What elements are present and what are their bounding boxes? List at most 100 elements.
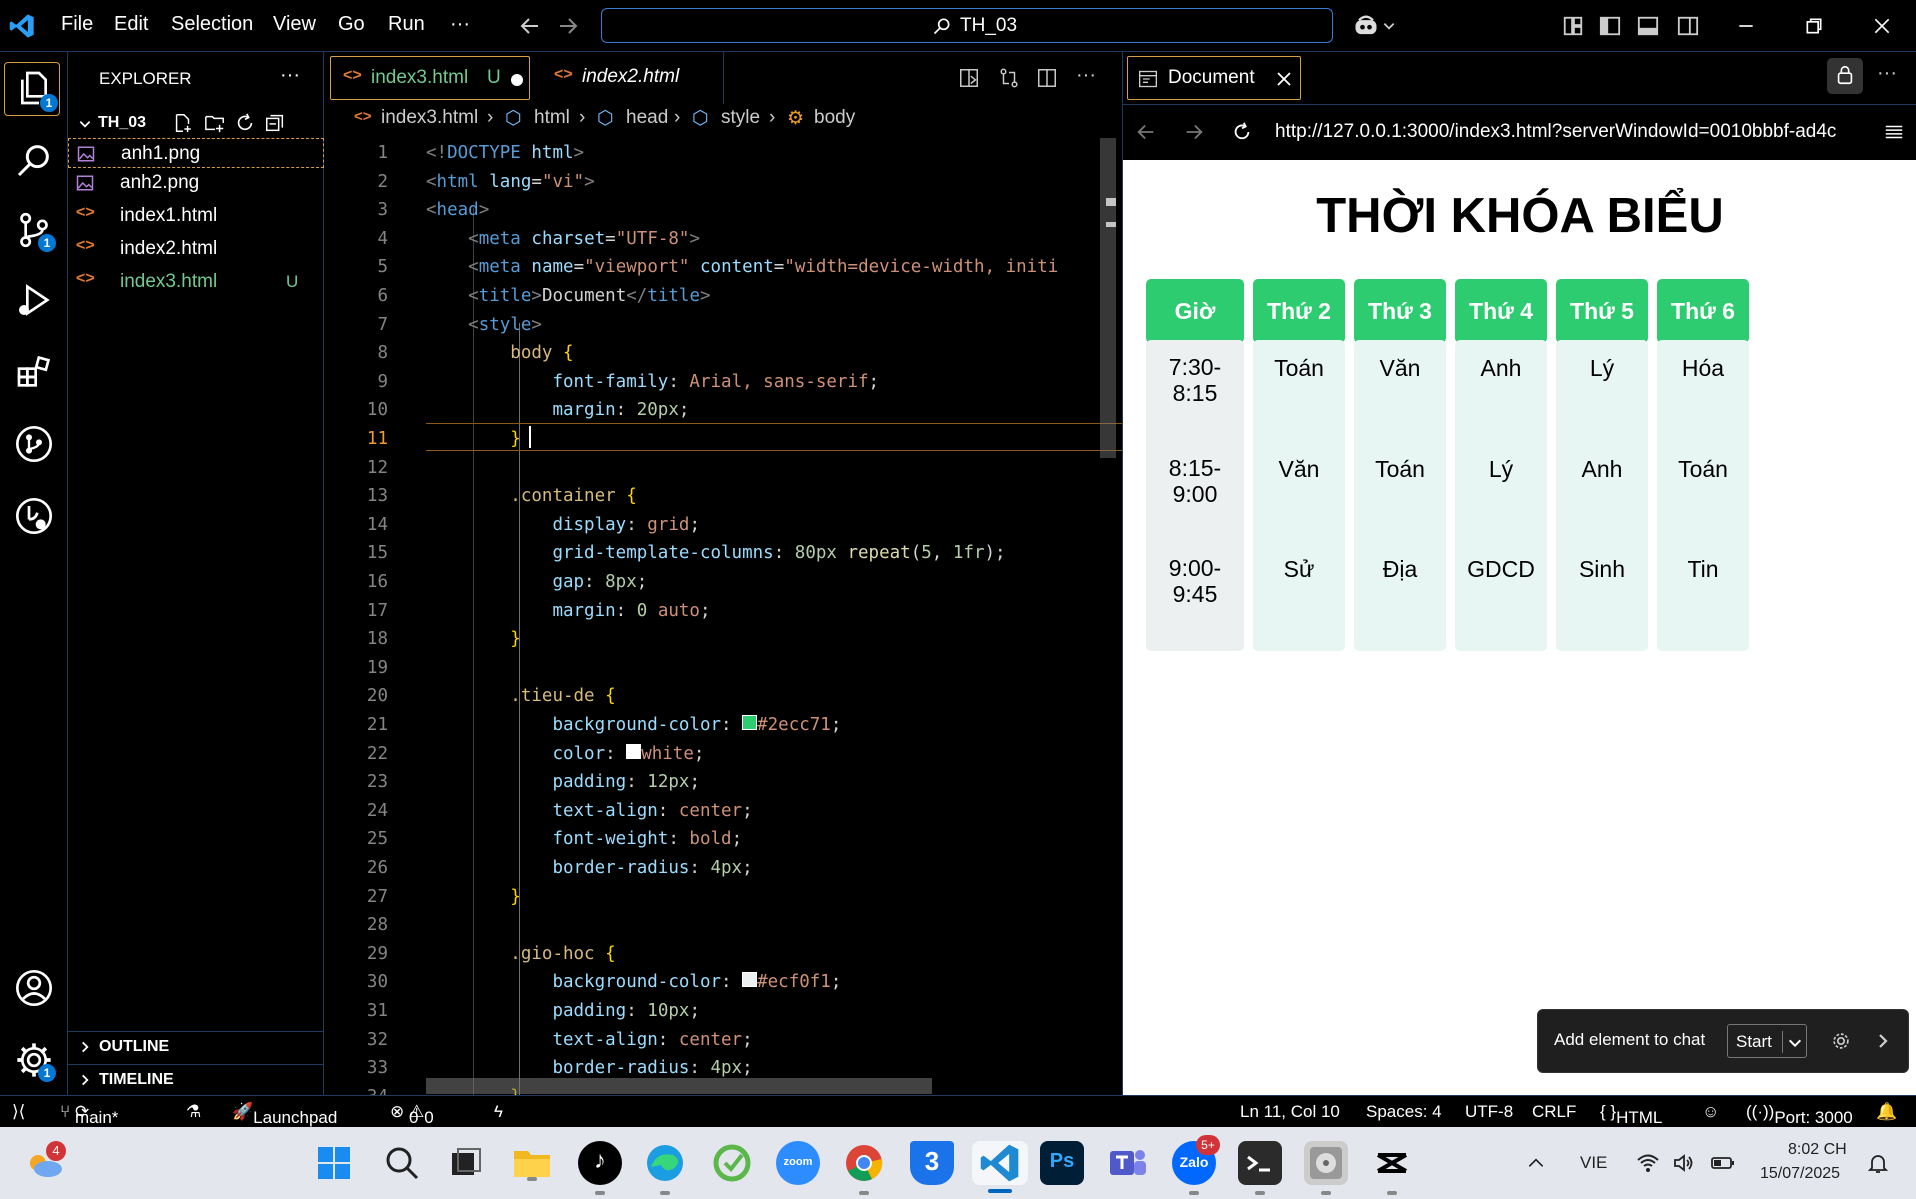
capcut-icon[interactable]	[1370, 1141, 1414, 1195]
toggle-secondary-sidebar-icon[interactable]	[1677, 15, 1699, 37]
chevron-up-icon[interactable]	[1526, 1153, 1546, 1173]
code-area[interactable]: 1 <!DOCTYPE html> 2 <html lang="vi"> 3 <head>…	[324, 138, 1122, 1095]
menu-more[interactable]: ···	[450, 13, 470, 36]
run-debug-icon[interactable]	[14, 280, 54, 320]
preview-more-button[interactable]: ···	[1877, 62, 1897, 85]
gear-icon[interactable]	[1830, 1030, 1852, 1052]
forward-arrow-icon[interactable]	[556, 14, 580, 38]
input-language[interactable]: VIE	[1580, 1153, 1607, 1173]
url-bar[interactable]: http://127.0.0.1:3000/index3.html?server…	[1273, 115, 1868, 151]
close-icon[interactable]	[1275, 70, 1293, 88]
collapse-all-icon[interactable]	[264, 112, 286, 134]
problems-status[interactable]: ⊗ 0 ⚠ 0	[390, 1102, 434, 1127]
app-3-icon[interactable]: 3	[910, 1141, 954, 1185]
breadcrumb-style[interactable]: style	[721, 107, 760, 129]
file-item-index3[interactable]: <> index3.html U	[68, 267, 324, 297]
reload-icon[interactable]	[1231, 121, 1253, 143]
live-server-port[interactable]: ((·)) Port: 3000	[1746, 1102, 1853, 1127]
terminal-icon[interactable]	[1238, 1141, 1282, 1195]
eol[interactable]: CRLF	[1532, 1102, 1576, 1122]
timeline-section[interactable]: TIMELINE	[68, 1064, 324, 1094]
breadcrumb-body[interactable]: body	[814, 107, 855, 129]
copilot-icon[interactable]	[1352, 12, 1380, 40]
search-icon[interactable]	[380, 1141, 424, 1185]
file-explorer-icon[interactable]	[510, 1141, 554, 1185]
disk-app-icon[interactable]	[1304, 1141, 1348, 1195]
explorer-icon[interactable]: 1	[14, 68, 58, 112]
branch-status[interactable]: ⑂ main* ⟳	[60, 1102, 118, 1127]
search-icon[interactable]	[14, 140, 54, 180]
split-editor-icon[interactable]	[1036, 67, 1058, 89]
customize-layout-icon[interactable]	[1562, 15, 1584, 37]
file-item-anh1[interactable]: anh1.png	[68, 138, 324, 168]
tab-index2[interactable]: <> index2.html	[540, 52, 724, 104]
breadcrumb-html[interactable]: html	[534, 107, 570, 129]
new-folder-icon[interactable]	[204, 112, 226, 134]
back-arrow-icon[interactable]	[518, 14, 542, 38]
extensions-icon[interactable]	[14, 352, 54, 392]
greenshot-icon[interactable]	[710, 1141, 754, 1185]
volume-icon[interactable]	[1672, 1151, 1696, 1175]
vertical-scrollbar[interactable]	[1100, 138, 1116, 458]
file-item-index1[interactable]: <> index1.html	[68, 201, 324, 231]
breadcrumb-head[interactable]: head	[626, 107, 668, 129]
command-center-search[interactable]: TH_03	[601, 8, 1333, 43]
toggle-sidebar-icon[interactable]	[1599, 15, 1621, 37]
zalo-icon[interactable]: Zalo 5+	[1172, 1135, 1220, 1195]
teams-icon[interactable]	[1106, 1141, 1150, 1185]
outline-section[interactable]: OUTLINE	[68, 1031, 324, 1061]
git-graph-status-icon[interactable]: ⚗	[186, 1102, 201, 1122]
menu-selection[interactable]: Selection	[171, 13, 253, 36]
settings-gear-icon[interactable]: 1	[14, 1040, 56, 1082]
language-mode[interactable]: { } HTML	[1600, 1102, 1662, 1127]
battery-icon[interactable]	[1710, 1151, 1736, 1175]
back-arrow-icon[interactable]	[1135, 121, 1157, 143]
chevron-down-icon[interactable]	[1382, 19, 1396, 33]
launchpad-status[interactable]: 🚀 Launchpad	[232, 1102, 337, 1127]
compare-changes-icon[interactable]	[998, 67, 1020, 89]
wifi-icon[interactable]	[1636, 1151, 1660, 1175]
tiktok-icon[interactable]: ♪	[578, 1141, 622, 1195]
new-file-icon[interactable]	[172, 112, 194, 134]
menu-view[interactable]: View	[273, 13, 316, 36]
zoom-icon[interactable]: zoom	[776, 1141, 820, 1185]
unsaved-dot-icon[interactable]	[511, 74, 523, 86]
windows-start-icon[interactable]	[312, 1141, 356, 1185]
explorer-more-button[interactable]: ···	[280, 64, 300, 87]
git-graph-icon[interactable]	[14, 424, 54, 464]
menu-icon[interactable]	[1883, 121, 1905, 143]
source-control-icon[interactable]: 1	[14, 210, 56, 252]
task-view-icon[interactable]	[444, 1141, 488, 1185]
menu-run[interactable]: Run	[388, 13, 425, 36]
tab-index3[interactable]: <> index3.html U	[330, 56, 530, 100]
editor-more-button[interactable]: ···	[1076, 64, 1096, 87]
close-window-icon[interactable]	[1872, 16, 1892, 36]
chrome-icon[interactable]	[842, 1141, 886, 1195]
chevron-down-icon[interactable]	[1787, 1035, 1803, 1051]
horizontal-scrollbar[interactable]	[426, 1078, 932, 1094]
weather-icon[interactable]: 4	[22, 1141, 66, 1185]
restore-icon[interactable]	[1804, 16, 1824, 36]
edge-icon[interactable]	[643, 1141, 687, 1195]
lightning-icon[interactable]: ϟ	[494, 1102, 503, 1122]
clock-date[interactable]: 15/07/2025	[1760, 1165, 1840, 1183]
file-item-anh2[interactable]: anh2.png	[68, 168, 324, 198]
copilot-status-icon[interactable]: ☺	[1702, 1102, 1719, 1122]
folder-header[interactable]: TH_03	[68, 108, 324, 138]
refresh-icon[interactable]	[234, 112, 256, 134]
vscode-taskbar-icon[interactable]	[972, 1141, 1028, 1193]
encoding[interactable]: UTF-8	[1465, 1102, 1513, 1122]
menu-file[interactable]: File	[61, 13, 93, 36]
open-preview-icon[interactable]	[958, 67, 980, 89]
minimize-icon[interactable]	[1736, 16, 1756, 36]
notifications-icon[interactable]: 🔔	[1876, 1102, 1897, 1122]
forward-arrow-icon[interactable]	[1183, 121, 1205, 143]
toggle-panel-icon[interactable]	[1637, 15, 1659, 37]
remote-icon[interactable]: ⟩⟨	[12, 1102, 25, 1122]
menu-go[interactable]: Go	[338, 13, 365, 36]
photoshop-icon[interactable]: Ps	[1040, 1141, 1084, 1185]
accounts-icon[interactable]	[14, 968, 54, 1008]
clock-time[interactable]: 8:02 CH	[1788, 1141, 1847, 1159]
indentation[interactable]: Spaces: 4	[1366, 1102, 1442, 1122]
remote-explorer-icon[interactable]	[14, 496, 54, 536]
